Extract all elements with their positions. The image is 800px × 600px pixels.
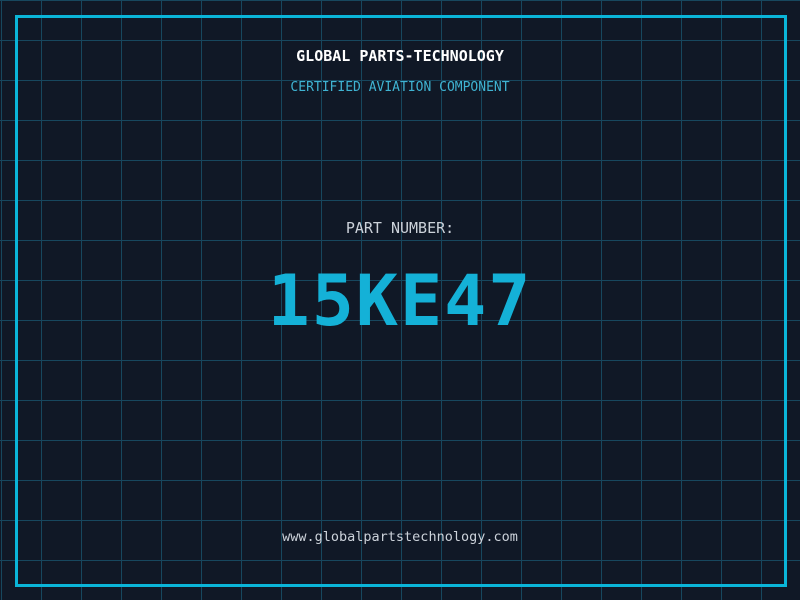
website-url: www.globalpartstechnology.com [282, 529, 518, 545]
part-certificate-page: GLOBAL PARTS-TECHNOLOGY CERTIFIED AVIATI… [0, 0, 800, 600]
brand-title: GLOBAL PARTS-TECHNOLOGY [296, 47, 504, 65]
certification-subtitle: CERTIFIED AVIATION COMPONENT [290, 80, 510, 95]
part-number-label: PART NUMBER: [345, 219, 455, 237]
part-number-value: 15KE47 [267, 260, 533, 342]
